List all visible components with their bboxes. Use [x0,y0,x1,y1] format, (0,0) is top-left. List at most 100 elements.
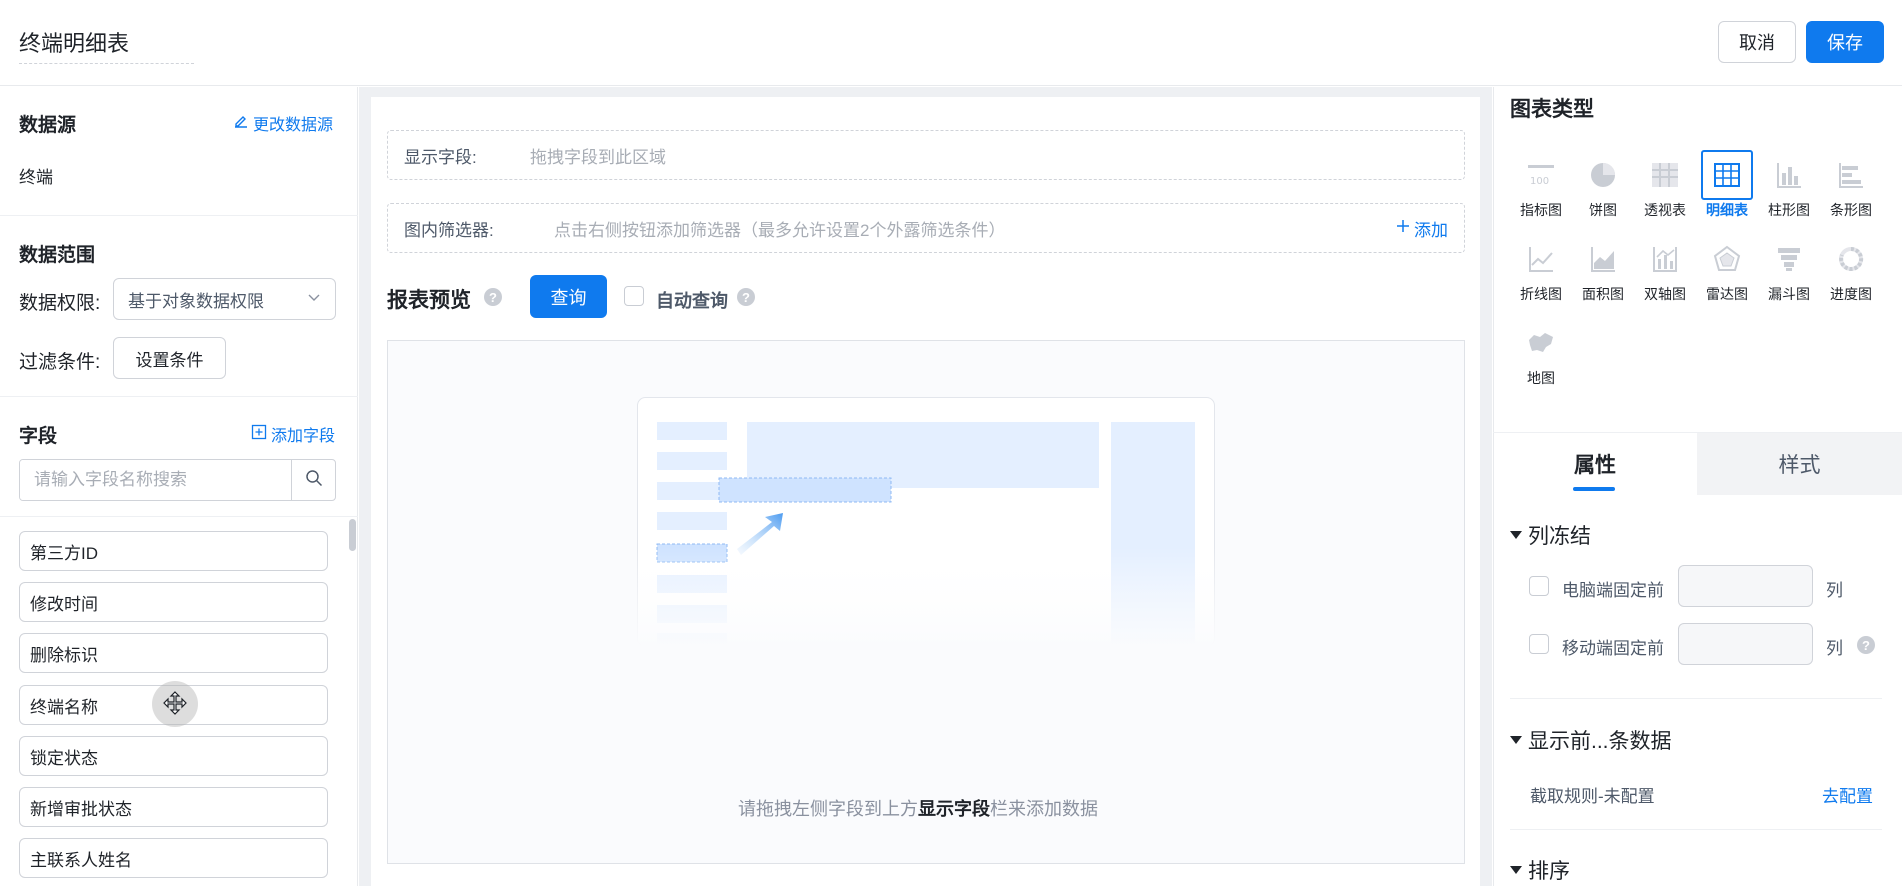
field-item[interactable]: 删除标识 [19,633,328,673]
top-bar [0,0,1902,86]
top-n-title: 显示前...条数据 [1528,730,1672,753]
empty-table-illustration [637,397,1215,652]
config-tabs: 属性 样式 [1493,432,1902,495]
filter-condition-label: 过滤条件: [19,352,101,373]
map-chart-icon [1515,318,1567,368]
help-icon[interactable]: ? [1857,636,1875,654]
inner-filter-label: 图内筛选器: [404,220,494,240]
funnel-chart-icon [1763,234,1815,284]
pc-freeze-checkbox[interactable] [1529,576,1549,596]
empty-hint-bold: 显示字段 [918,799,990,819]
svg-text:100: 100 [1530,176,1549,187]
edit-icon [233,113,249,134]
tab-attributes[interactable]: 属性 [1493,433,1697,495]
search-button[interactable] [291,460,335,500]
chart-type-label: 漏斗图 [1768,286,1810,302]
chart-type-dual-axis-chart[interactable]: 双轴图 [1636,234,1694,304]
mobile-freeze-input[interactable] [1678,623,1813,665]
auto-query-label: 自动查询 [656,291,728,311]
chart-type-label: 折线图 [1520,286,1562,302]
pie-chart-icon [1577,150,1629,200]
chart-type-label: 双轴图 [1644,286,1686,302]
chart-type-bar-chart[interactable]: 条形图 [1822,150,1880,220]
divider [0,396,358,397]
permission-select-value: 基于对象数据权限 [128,291,264,311]
chart-type-map-chart[interactable]: 地图 [1512,318,1570,388]
permission-select[interactable]: 基于对象数据权限 [113,278,336,320]
mobile-freeze-checkbox[interactable] [1529,634,1549,654]
chart-type-label: 地图 [1527,370,1555,386]
save-button[interactable]: 保存 [1806,21,1884,63]
chart-type-column-chart[interactable]: 柱形图 [1760,150,1818,220]
display-fields-dropzone[interactable]: 显示字段: 拖拽字段到此区域 [387,130,1465,180]
radar-chart-icon [1701,234,1753,284]
chart-type-label: 面积图 [1582,286,1624,302]
pivot-table-icon [1639,150,1691,200]
empty-hint-prefix: 请拖拽左侧字段到上方 [738,799,918,819]
chart-type-label: 雷达图 [1706,286,1748,302]
add-field-link[interactable]: 添加字段 [251,422,335,446]
sort-section[interactable]: 排序 [1510,855,1570,885]
field-item[interactable]: 锁定状态 [19,736,328,776]
chart-type-area-chart[interactable]: 面积图 [1574,234,1632,304]
search-icon [305,469,323,492]
add-filter-button[interactable]: 添加 [1396,216,1448,241]
chart-type-funnel-chart[interactable]: 漏斗图 [1760,234,1818,304]
caret-down-icon [1510,866,1522,874]
divider [0,215,358,216]
field-item[interactable]: 第三方ID [19,531,328,571]
datasource-value: 终端 [19,168,53,187]
change-datasource-label: 更改数据源 [253,117,334,134]
chart-type-radar-chart[interactable]: 雷达图 [1698,234,1756,304]
column-freeze-section[interactable]: 列冻结 [1510,520,1591,550]
chart-type-line-chart[interactable]: 折线图 [1512,234,1570,304]
sort-title: 排序 [1528,860,1570,883]
dual-axis-chart-icon [1639,234,1691,284]
field-search [19,459,336,501]
fields-scrollbar[interactable] [349,519,356,551]
top-n-section[interactable]: 显示前...条数据 [1510,725,1672,755]
chart-type-progress-chart[interactable]: 进度图 [1822,234,1880,304]
configure-link[interactable]: 去配置 [1822,782,1873,807]
fields-title: 字段 [19,426,58,447]
set-condition-button[interactable]: 设置条件 [113,337,226,379]
field-item[interactable]: 修改时间 [19,582,328,622]
caret-down-icon [1510,736,1522,744]
chart-type-label: 条形图 [1830,202,1872,218]
field-item[interactable]: 主联系人姓名 [19,838,328,878]
auto-query-checkbox[interactable] [624,286,644,306]
area-chart-icon [1577,234,1629,284]
datasource-title: 数据源 [19,115,77,136]
column-freeze-title: 列冻结 [1528,525,1591,548]
chart-type-label: 透视表 [1644,202,1686,218]
change-datasource-link[interactable]: 更改数据源 [233,111,333,135]
chart-type-metric-chart[interactable]: 100 指标图 [1512,150,1570,220]
empty-hint-suffix: 栏来添加数据 [990,799,1098,819]
pc-freeze-input[interactable] [1678,565,1813,607]
field-search-input[interactable] [20,460,291,500]
detail-table-icon [1701,150,1753,200]
tab-style[interactable]: 样式 [1697,433,1902,495]
chart-type-pivot-table[interactable]: 透视表 [1636,150,1694,220]
active-tab-indicator [1573,487,1615,491]
chart-type-pie-chart[interactable]: 饼图 [1574,150,1632,220]
plus-icon [1396,218,1410,238]
field-item[interactable]: 新增审批状态 [19,787,328,827]
help-icon[interactable]: ? [484,288,502,306]
query-button[interactable]: 查询 [530,275,607,318]
inner-filter-hint: 点击右侧按钮添加筛选器（最多允许设置2个外露筛选条件） [554,220,1006,240]
pc-freeze-unit: 列 [1826,581,1843,600]
report-title[interactable]: 终端明细表 [19,26,129,58]
chevron-down-icon [307,289,321,309]
permission-label: 数据权限: [19,293,101,314]
pc-freeze-label: 电脑端固定前 [1562,581,1664,600]
chart-type-label: 进度图 [1830,286,1872,302]
move-cursor-icon [152,681,198,727]
chart-type-detail-table[interactable]: 明细表 [1698,150,1756,220]
divider [0,516,358,517]
cancel-button[interactable]: 取消 [1718,21,1796,63]
bar-chart-icon [1825,150,1877,200]
divider [1510,698,1882,699]
metric-chart-icon: 100 [1515,150,1567,200]
help-icon[interactable]: ? [737,288,755,306]
